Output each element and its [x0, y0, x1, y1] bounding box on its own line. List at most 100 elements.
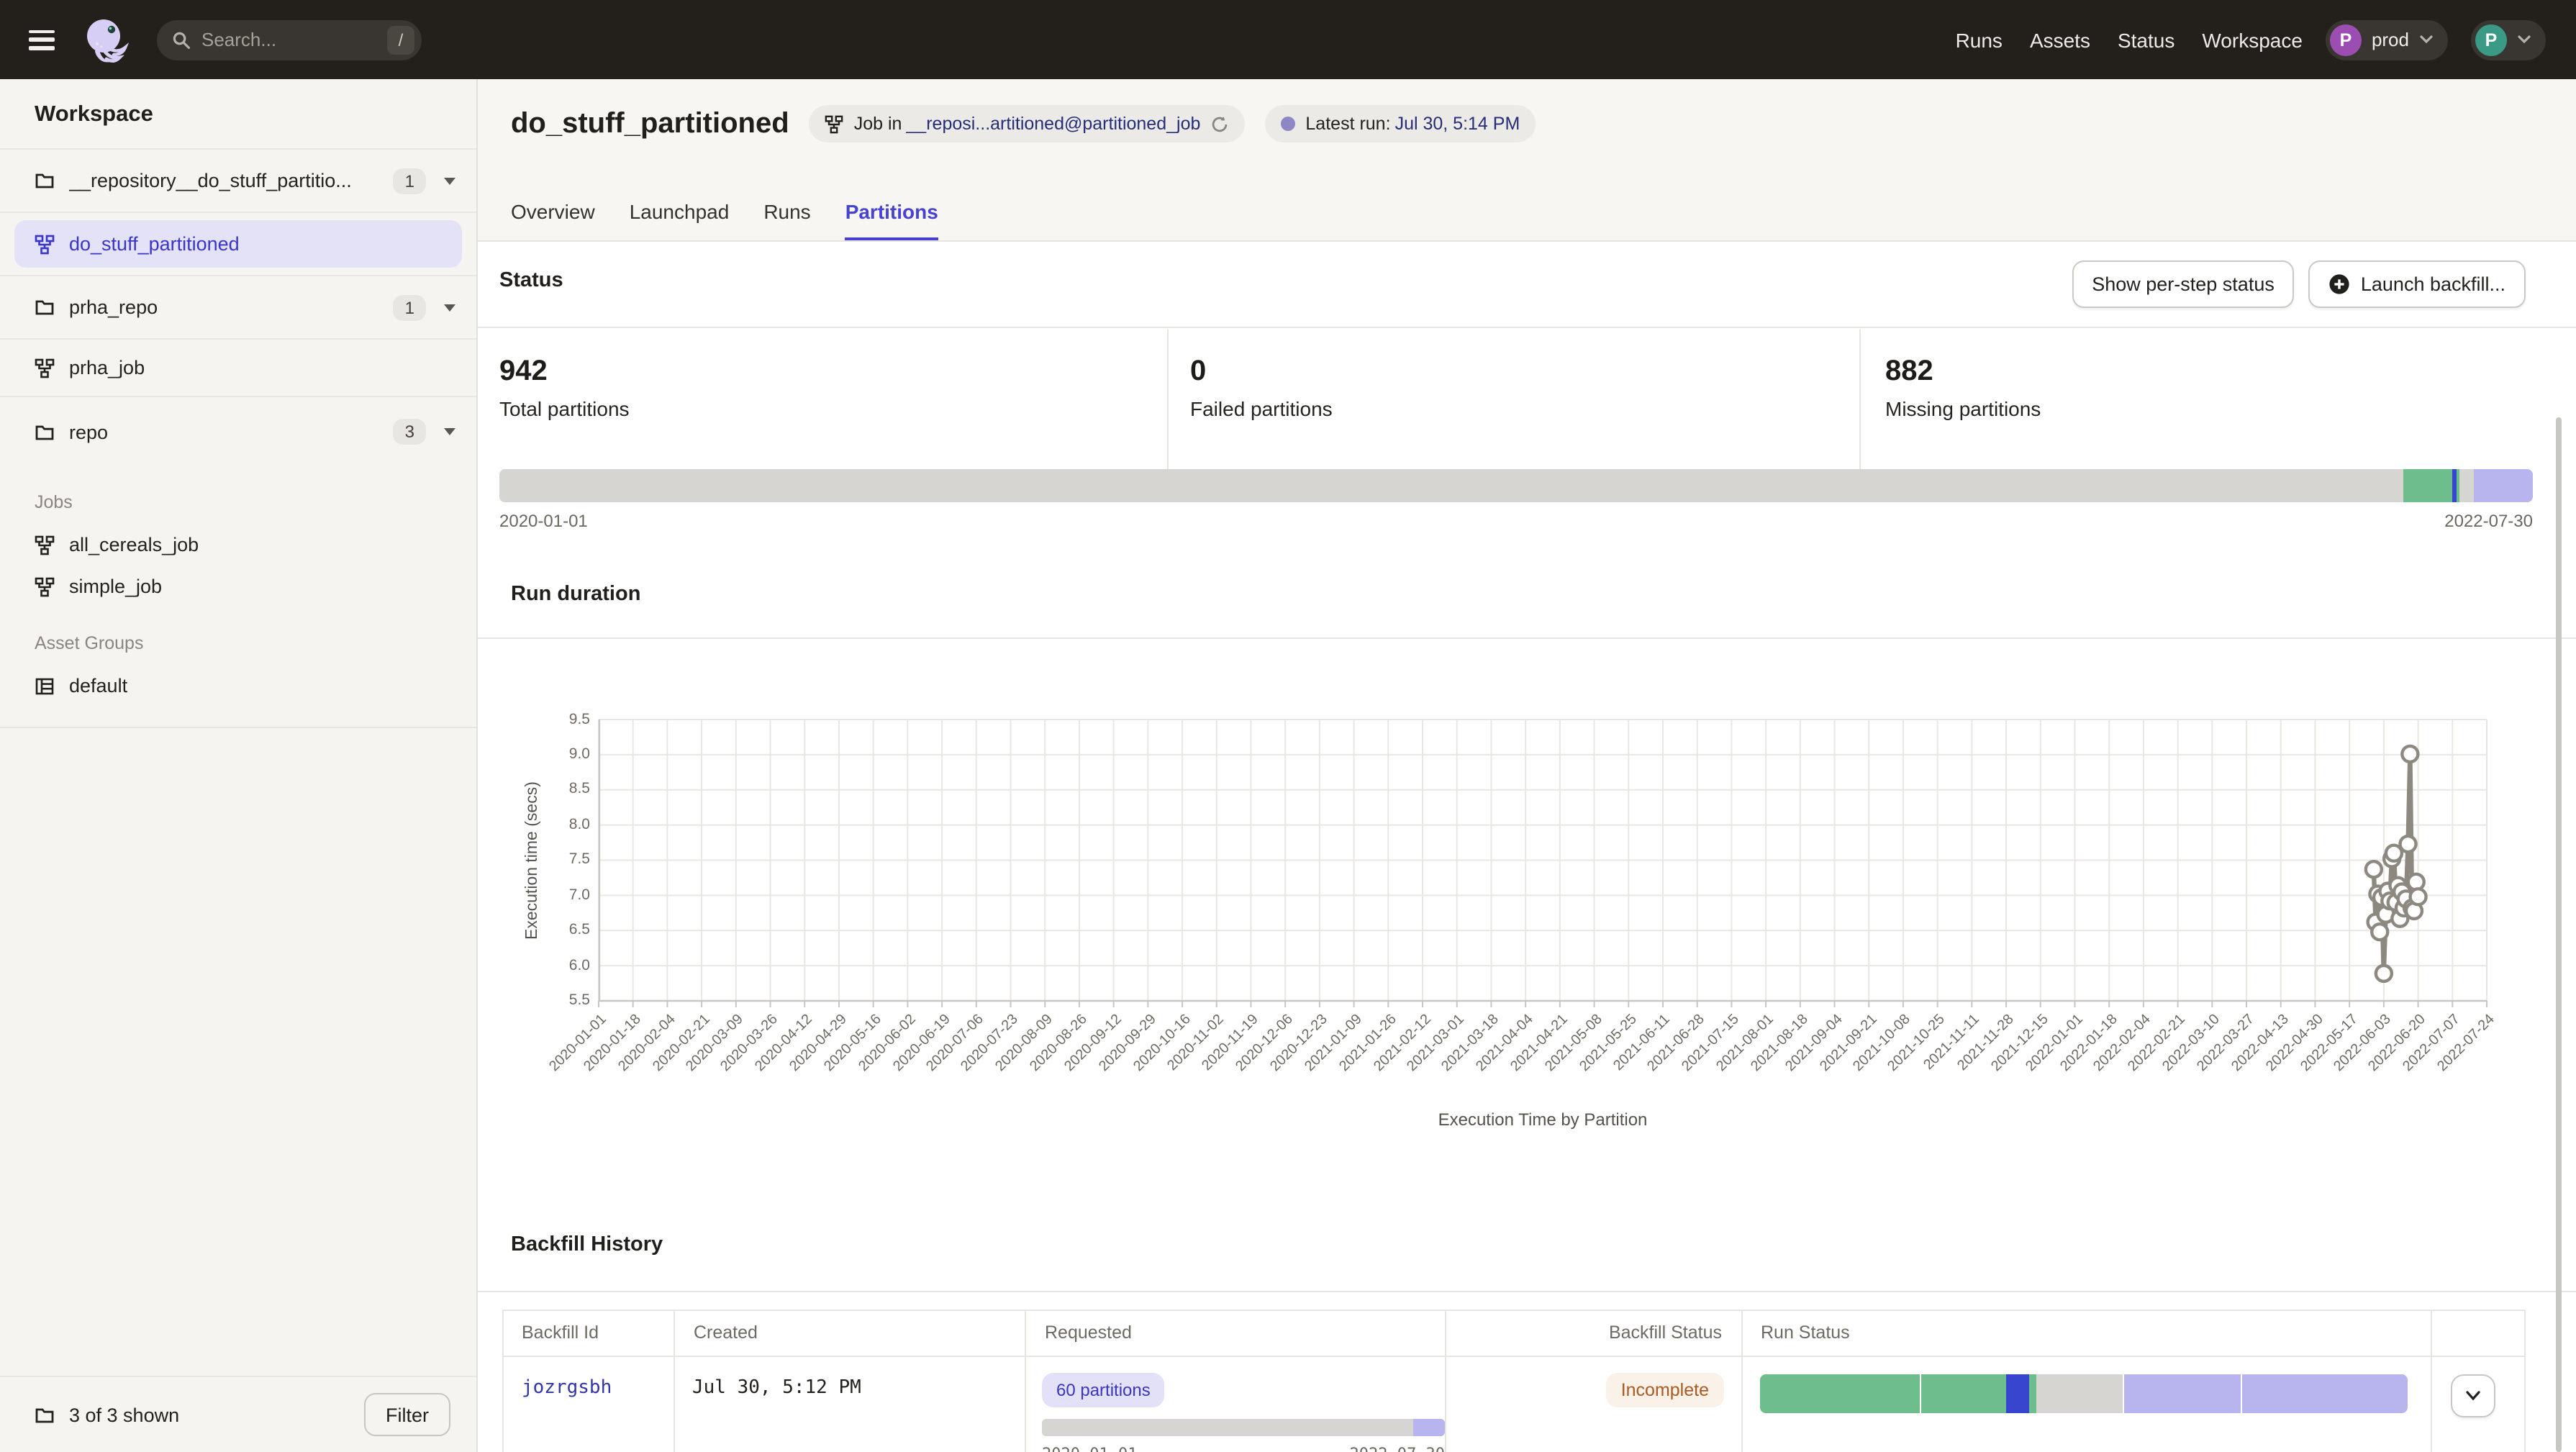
- y-tick-label: 7.0: [569, 886, 590, 903]
- job-icon: [35, 535, 55, 555]
- tab-launchpad[interactable]: Launchpad: [630, 183, 730, 240]
- bar-segment: [1412, 1419, 1445, 1436]
- backfill-history-heading: Backfill History: [511, 1233, 663, 1256]
- tab-partitions[interactable]: Partitions: [845, 183, 938, 240]
- bar-segment: [2036, 1374, 2123, 1413]
- deployment-switcher[interactable]: P prod: [2326, 19, 2448, 60]
- sidebar-repo-repo[interactable]: repo 3: [0, 397, 476, 466]
- job-icon: [825, 114, 844, 133]
- requested-progress-bar: [1042, 1419, 1445, 1436]
- launch-backfill-button[interactable]: Launch backfill...: [2309, 260, 2526, 308]
- caret-down-icon[interactable]: [443, 176, 456, 185]
- sidebar-item-do-stuff-partitioned[interactable]: do_stuff_partitioned: [14, 220, 462, 268]
- sidebar-footer: 3 of 3 shown Filter: [0, 1376, 476, 1452]
- nav-link-workspace[interactable]: Workspace: [2202, 28, 2303, 51]
- job-label: prha_job: [69, 357, 145, 378]
- caret-down-icon[interactable]: [443, 427, 456, 436]
- sidebar-item-all-cereals-job[interactable]: all_cereals_job: [0, 524, 476, 566]
- backfill-id-link[interactable]: jozrgsbh: [522, 1377, 674, 1399]
- bar-segment: [2242, 1374, 2408, 1413]
- menu-icon[interactable]: [29, 30, 55, 50]
- caret-down-icon[interactable]: [443, 303, 456, 312]
- data-point-marker[interactable]: [2411, 888, 2426, 904]
- asset-groups-section-label: Asset Groups: [0, 607, 476, 665]
- stat-total-partitions: 942 Total partitions: [499, 355, 630, 420]
- sidebar-repo-prha-repo[interactable]: prha_repo 1: [0, 276, 476, 340]
- bar-segment: [2007, 1374, 2029, 1413]
- chart-x-ticks: 2020-01-012020-01-182020-02-042020-02-21…: [599, 1012, 2487, 1170]
- backfill-table: Backfill Id Created Requested Backfill S…: [502, 1310, 2526, 1452]
- shown-count: 3 of 3 shown: [69, 1404, 179, 1425]
- sidebar-repo-repository-do-stuff[interactable]: __repository__do_stuff_partitio... 1: [0, 150, 476, 213]
- stat-missing-partitions: 882 Missing partitions: [1885, 355, 2041, 420]
- nav-links: Runs Assets Status Workspace: [1956, 28, 2303, 51]
- bar-segment: [2452, 469, 2457, 502]
- backfill-status-badge: Incomplete: [1607, 1373, 1723, 1407]
- sidebar-title: Workspace: [0, 79, 476, 150]
- latest-run-prefix: Latest run:: [1305, 114, 1390, 134]
- requested-partitions-chip[interactable]: 60 partitions: [1042, 1373, 1165, 1407]
- user-menu[interactable]: P: [2471, 19, 2546, 60]
- page-header: do_stuff_partitioned Job in __reposi...a…: [478, 79, 2576, 242]
- repo-count-badge: 1: [394, 294, 426, 320]
- search-box[interactable]: /: [157, 19, 422, 60]
- search-input[interactable]: [201, 29, 387, 50]
- stat-value: 0: [1190, 355, 1333, 389]
- stat-value: 942: [499, 355, 630, 389]
- repo-count-badge: 1: [394, 168, 426, 194]
- search-icon: [171, 30, 191, 50]
- jobs-section-label: Jobs: [0, 466, 476, 524]
- user-avatar: P: [2475, 24, 2507, 55]
- data-point-marker[interactable]: [2400, 835, 2416, 851]
- sidebar-selected-wrap: do_stuff_partitioned: [0, 213, 476, 276]
- data-point-marker[interactable]: [2372, 923, 2387, 939]
- col-created: Created: [675, 1311, 1026, 1356]
- col-requested: Requested: [1026, 1311, 1446, 1356]
- backfill-table-header: Backfill Id Created Requested Backfill S…: [503, 1311, 2524, 1356]
- repo-label: prha_repo: [69, 296, 158, 318]
- refresh-icon[interactable]: [1210, 114, 1229, 133]
- nav-link-runs[interactable]: Runs: [1956, 28, 2003, 51]
- nav-link-status[interactable]: Status: [2118, 28, 2174, 51]
- tab-runs[interactable]: Runs: [763, 183, 810, 240]
- latest-run-link[interactable]: Jul 30, 5:14 PM: [1395, 114, 1520, 134]
- run-duration-heading: Run duration: [511, 583, 640, 606]
- job-icon: [35, 234, 55, 254]
- chevron-down-icon: [2419, 35, 2434, 45]
- nav-link-assets[interactable]: Assets: [2030, 28, 2090, 51]
- run-duration-chart[interactable]: [599, 719, 2487, 1011]
- expand-row-button[interactable]: [2451, 1374, 2495, 1417]
- data-point-marker[interactable]: [2366, 861, 2382, 876]
- col-run-status: Run Status: [1742, 1311, 2432, 1356]
- partition-status-bar[interactable]: [499, 469, 2533, 502]
- latest-run-chip: Latest run: Jul 30, 5:14 PM: [1265, 105, 1536, 142]
- sidebar-item-default-asset-group[interactable]: default: [0, 665, 476, 707]
- workspace-sidebar: Workspace __repository__do_stuff_partiti…: [0, 79, 478, 1452]
- run-status-bar[interactable]: [1760, 1374, 2408, 1413]
- deployment-avatar: P: [2330, 24, 2362, 55]
- job-chip-prefix: Job in: [854, 114, 902, 134]
- job-icon: [35, 576, 55, 596]
- data-point-marker[interactable]: [2402, 745, 2418, 761]
- status-heading: Status: [499, 269, 563, 292]
- sidebar-item-simple-job[interactable]: simple_job: [0, 566, 476, 607]
- data-point-marker[interactable]: [2376, 965, 2392, 981]
- job-chip-link[interactable]: __reposi...artitioned@partitioned_job: [906, 114, 1200, 134]
- page-scrollbar[interactable]: [2556, 417, 2562, 1452]
- job-label: all_cereals_job: [69, 534, 199, 555]
- sidebar-item-prha-job[interactable]: prha_job: [0, 340, 476, 397]
- job-label: simple_job: [69, 576, 162, 597]
- backfill-row: jozrgsbh Jul 30, 5:12 PM 60 partitions 2…: [503, 1356, 2524, 1452]
- tab-overview[interactable]: Overview: [511, 183, 595, 240]
- requested-range-end: 2022-07-30: [1350, 1445, 1445, 1452]
- chevron-down-icon: [2517, 35, 2531, 45]
- y-tick-label: 8.0: [569, 816, 590, 833]
- filter-button[interactable]: Filter: [364, 1393, 450, 1436]
- y-tick-label: 8.5: [569, 781, 590, 798]
- requested-range-start: 2020-01-01: [1042, 1445, 1137, 1452]
- show-per-step-status-button[interactable]: Show per-step status: [2072, 260, 2295, 308]
- stat-label: Failed partitions: [1190, 397, 1333, 420]
- stat-value: 882: [1885, 355, 2041, 389]
- col-backfill-id: Backfill Id: [503, 1311, 675, 1356]
- backfill-created: Jul 30, 5:12 PM: [692, 1377, 1025, 1399]
